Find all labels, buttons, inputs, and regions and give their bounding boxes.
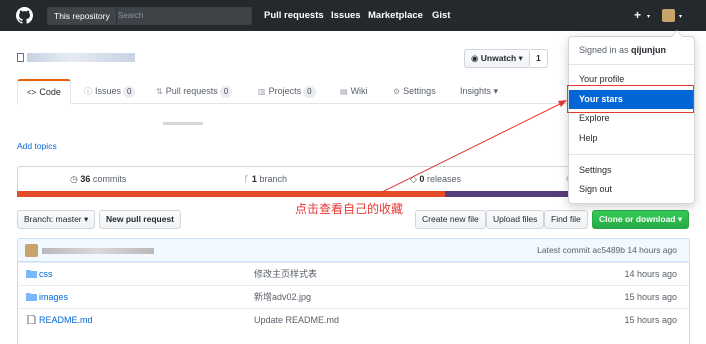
menu-item-help[interactable]: Help [569,129,694,148]
new-plus-icon[interactable]: + [634,8,641,22]
tab-issues[interactable]: ⓘ Issues 0 [84,79,136,104]
issue-icon: ⓘ [84,87,92,96]
annotation-highlight-box [567,85,694,113]
watch-count[interactable]: 1 [530,49,548,68]
commit-message-redacted[interactable] [42,248,154,254]
clone-or-download-button[interactable]: Clone or download ▾ [592,210,690,229]
branch-icon: ᚴ [244,174,252,184]
commits-label: commits [92,174,127,184]
repo-name-redacted[interactable] [27,53,135,63]
tab-projects-label: Projects [268,86,302,96]
gear-icon: ⚙ [393,87,401,96]
repo-icon [17,53,24,63]
nav-gist[interactable]: Gist [432,0,450,31]
issues-count: 0 [123,86,136,98]
top-header: This repository Search Pull requests Iss… [0,0,706,31]
file-name-link[interactable]: images [39,286,68,308]
file-age: 14 hours ago [624,269,677,279]
releases-link[interactable]: ◇ 0 releases [410,167,461,192]
file-age: 15 hours ago [624,292,677,302]
tab-wiki[interactable]: ▤ Wiki [340,79,368,104]
tab-pull-requests[interactable]: ⇅ Pull requests 0 [156,79,233,104]
unwatch-label: Unwatch ▾ [480,53,523,63]
tab-pulls-label: Pull requests [165,86,218,96]
nav-pull-requests[interactable]: Pull requests [264,0,324,31]
new-pull-request-button[interactable]: New pull request [99,210,182,229]
menu-item-sign-out[interactable]: Sign out [569,180,694,199]
tab-code[interactable]: <> Code [17,79,71,105]
tab-code-label: Code [39,87,61,97]
nav-marketplace[interactable]: Marketplace [368,0,423,31]
tab-settings-label: Settings [403,86,436,96]
releases-count: 0 [419,174,425,184]
code-icon: <> [27,88,37,97]
search-box[interactable]: This repository Search [47,7,252,25]
language-segment-html[interactable] [17,191,445,197]
repo-title[interactable] [17,49,135,64]
branch-link[interactable]: ᚴ 1 branch [244,167,287,192]
file-commit-message[interactable]: 新增adv02.jpg [254,286,311,308]
eye-icon: ◉ [471,53,481,63]
unwatch-button[interactable]: ◉ Unwatch ▾ [464,49,530,68]
pull-request-icon: ⇅ [156,87,163,96]
signed-in-username: qijunjun [631,45,667,55]
table-row: css 修改主页样式表 14 hours ago [18,262,689,284]
folder-icon [26,293,37,301]
tab-wiki-label: Wiki [350,86,368,96]
menu-item-settings[interactable]: Settings [569,161,694,180]
upload-files-button[interactable]: Upload files [486,210,545,229]
commits-link[interactable]: ◷ 36 commits [70,167,126,192]
branch-label: branch [259,174,287,184]
tab-projects[interactable]: ▥ Projects 0 [258,79,316,104]
folder-icon [26,270,37,278]
branch-select-button[interactable]: Branch: master ▾ [17,210,96,229]
file-name-link[interactable]: css [39,263,53,285]
file-age: 15 hours ago [624,315,677,325]
file-name-link[interactable]: README.md [39,309,93,331]
repo-description-redacted [163,122,203,125]
signed-in-prefix: Signed in as [579,45,632,55]
find-file-button[interactable]: Find file [544,210,588,229]
nav-issues[interactable]: Issues [331,0,361,31]
tab-settings[interactable]: ⚙ Settings [393,79,436,104]
tab-insights[interactable]: Insights ▾ [460,79,498,104]
file-table: css 修改主页样式表 14 hours ago images 新增adv02.… [17,262,690,344]
chevron-down-icon[interactable]: ▾ [647,13,650,20]
file-icon [27,315,36,324]
commits-count: 36 [80,174,91,184]
commit-author-avatar[interactable] [25,244,38,257]
table-row: images 新增adv02.jpg 15 hours ago [18,285,689,307]
dropdown-caret-inner [672,31,682,37]
book-icon: ▤ [340,87,348,96]
chevron-down-icon[interactable]: ▾ [679,13,682,20]
projects-count: 0 [303,86,316,98]
user-dropdown-menu: Signed in as qijunjun Your profile Your … [568,30,695,204]
signed-in-as: Signed in as qijunjun [569,41,694,60]
annotation-text: 点击查看自己的收藏 [295,202,404,216]
pulls-count: 0 [219,86,233,98]
user-avatar[interactable] [662,9,675,22]
github-logo-icon[interactable] [16,7,33,24]
add-topics-link[interactable]: Add topics [17,141,57,151]
table-row: README.md Update README.md 15 hours ago [18,308,689,330]
file-commit-message[interactable]: Update README.md [254,309,339,331]
latest-commit-info[interactable]: Latest commit ac5489b 14 hours ago [537,239,677,261]
project-icon: ▥ [258,87,266,96]
tag-icon: ◇ [410,174,420,184]
dropdown-divider [569,64,694,65]
search-input[interactable]: Search [118,8,143,24]
branch-count: 1 [251,174,257,184]
dropdown-divider [569,154,694,155]
history-icon: ◷ [70,174,81,184]
file-commit-message[interactable]: 修改主页样式表 [254,263,317,285]
tab-issues-label: Issues [95,86,122,96]
create-new-file-button[interactable]: Create new file [415,210,486,229]
releases-label: releases [426,174,461,184]
search-scope: This repository [48,8,117,24]
latest-commit-bar: Latest commit ac5489b 14 hours ago [17,238,690,262]
